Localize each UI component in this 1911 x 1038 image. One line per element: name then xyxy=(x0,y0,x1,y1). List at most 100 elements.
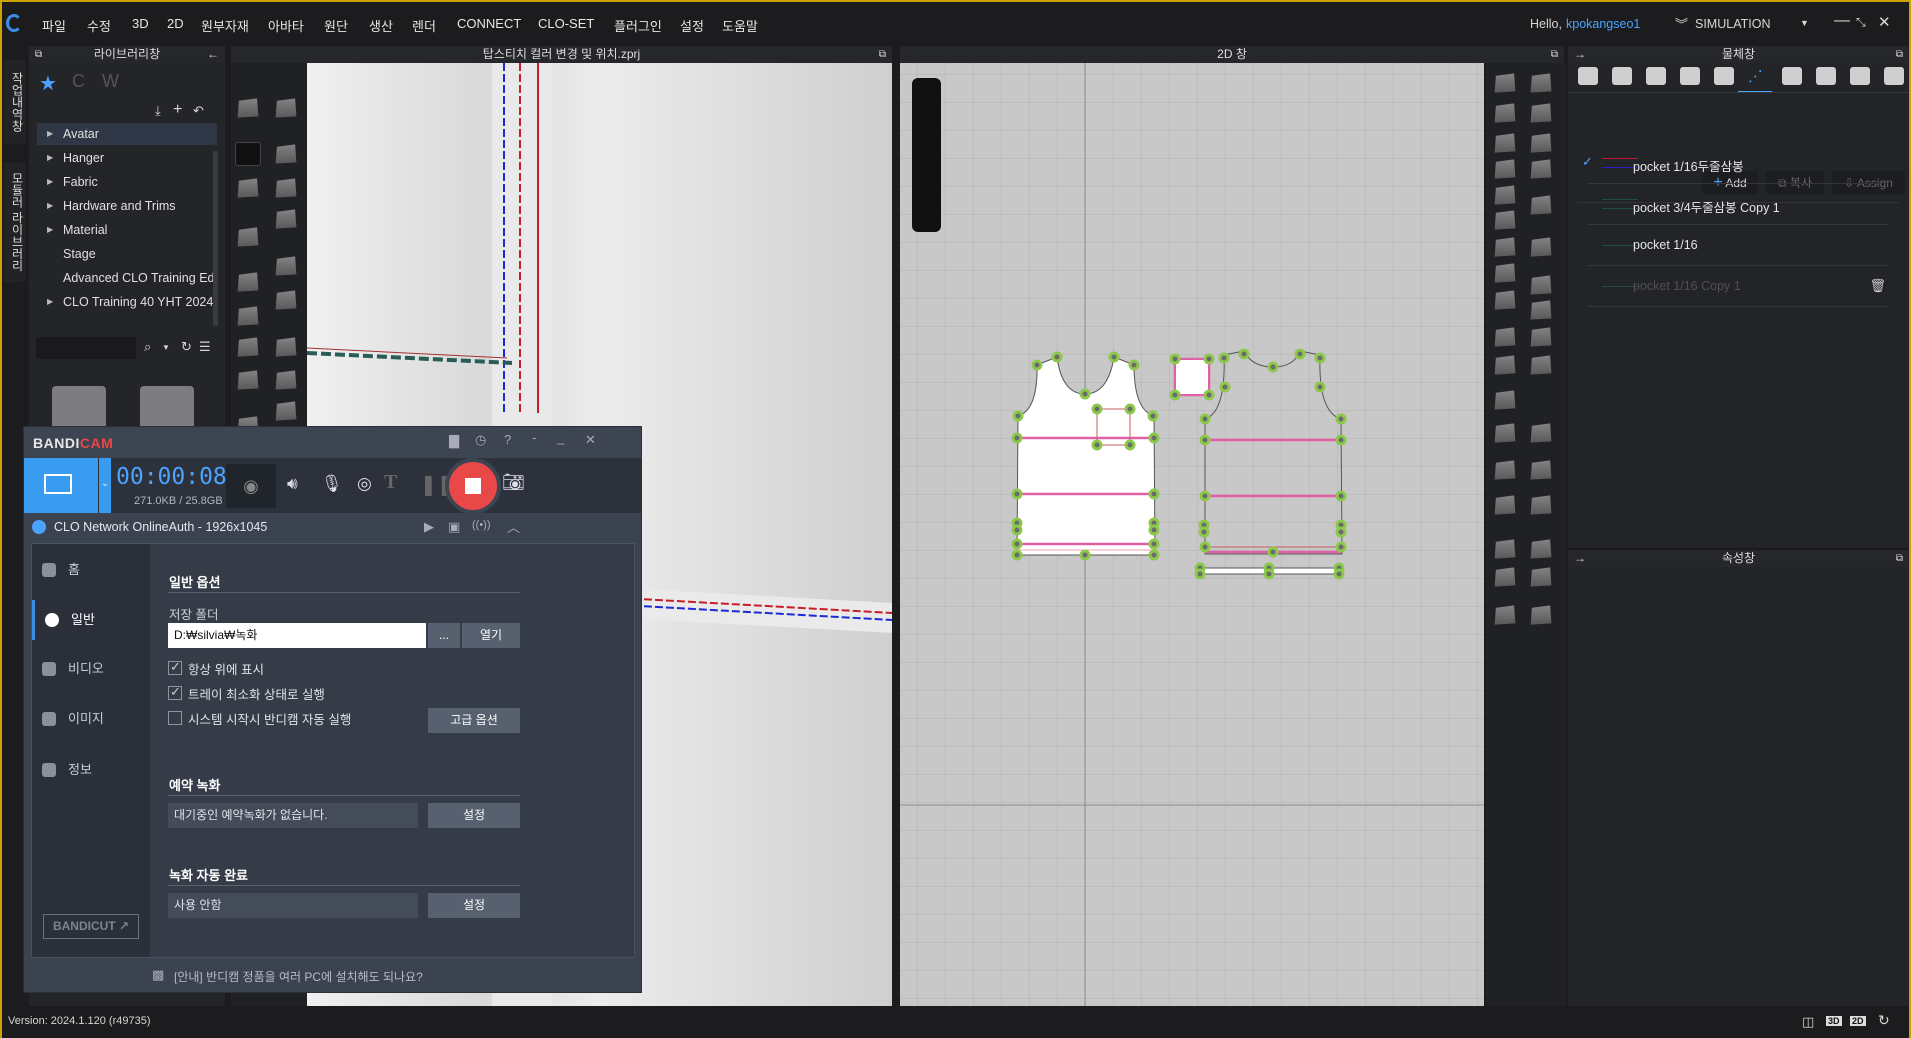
2d-tool-icon[interactable] xyxy=(1530,300,1552,320)
option-checkbox[interactable] xyxy=(168,659,182,675)
collapse-icon[interactable]: ︿ xyxy=(507,517,520,536)
help-icon[interactable]: ? xyxy=(504,432,511,447)
2d-tool-icon[interactable] xyxy=(1494,539,1516,559)
pattern-point[interactable] xyxy=(1148,432,1160,444)
3d-tool-icon[interactable] xyxy=(275,256,297,276)
button-icon[interactable] xyxy=(1680,67,1700,85)
username-link[interactable]: kpokangseo1 xyxy=(1566,17,1640,31)
folder-icon[interactable] xyxy=(52,386,106,426)
option-checkbox[interactable] xyxy=(168,711,182,725)
pattern-point[interactable] xyxy=(1011,538,1023,550)
expand-arrow-icon[interactable]: ▶ xyxy=(47,171,53,193)
2d-view-button[interactable]: 2D xyxy=(1850,1016,1866,1026)
3d-tool-icon[interactable] xyxy=(275,370,297,390)
2d-tool-icon[interactable] xyxy=(1530,460,1552,480)
float-icon[interactable]: ⧉ xyxy=(1896,550,1903,567)
restore-icon[interactable]: ⤡ xyxy=(1856,15,1866,30)
clo-library-icon[interactable]: C xyxy=(72,71,85,92)
menu-9[interactable]: CONNECT xyxy=(457,16,521,31)
microphone-icon[interactable]: 🎙︎ xyxy=(321,474,343,494)
2d-tool-icon[interactable] xyxy=(1494,159,1516,179)
bandicut-button[interactable]: BANDICUT ↗ xyxy=(43,914,139,939)
pattern-point[interactable] xyxy=(1199,541,1211,553)
3d-tool-icon[interactable] xyxy=(275,144,297,164)
pattern-point[interactable] xyxy=(1294,348,1306,360)
3d-tool-icon[interactable] xyxy=(275,290,297,310)
side-tab-history[interactable]: 작업내역창 xyxy=(4,60,26,144)
2d-tool-icon[interactable] xyxy=(1494,263,1516,283)
2d-tool-icon[interactable] xyxy=(1530,605,1552,625)
3d-tool-icon[interactable] xyxy=(237,98,259,118)
pattern-point[interactable] xyxy=(1079,388,1091,400)
pattern-point[interactable] xyxy=(1011,549,1023,561)
pattern-point[interactable] xyxy=(1267,546,1279,558)
2d-tool-icon[interactable] xyxy=(1530,567,1552,587)
library-tree-item[interactable]: ▶ Fabric xyxy=(37,171,217,193)
pattern-point[interactable] xyxy=(1194,568,1206,580)
2d-tool-icon[interactable] xyxy=(1530,355,1552,375)
bandicam-nav-0[interactable]: 홈 xyxy=(32,550,150,590)
pattern-point[interactable] xyxy=(1219,381,1231,393)
menu-5[interactable]: 아바타 xyxy=(268,16,304,35)
pattern-point[interactable] xyxy=(1011,488,1023,500)
pattern-point[interactable] xyxy=(1051,351,1063,363)
2d-tool-icon[interactable] xyxy=(1494,605,1516,625)
2d-tool-icon[interactable] xyxy=(1530,73,1552,93)
menu-7[interactable]: 생산 xyxy=(369,16,393,35)
pattern-point[interactable] xyxy=(1148,488,1160,500)
pattern-point[interactable] xyxy=(1148,524,1160,536)
library-scrollbar[interactable] xyxy=(213,151,218,326)
advanced-options-button[interactable]: 고급 옵션 xyxy=(428,708,520,733)
browse-button[interactable]: ... xyxy=(428,623,460,648)
clock-icon[interactable]: ◷ xyxy=(475,432,486,448)
menu-1[interactable]: 수정 xyxy=(87,16,111,35)
3d-tool-icon[interactable] xyxy=(275,98,297,118)
close-icon[interactable]: ✕ xyxy=(585,432,596,448)
open-folder-button[interactable]: 열기 xyxy=(462,623,520,648)
close-icon[interactable]: ✕ xyxy=(1878,13,1891,31)
2d-tool-icon[interactable] xyxy=(1494,210,1516,230)
topstitch-icon[interactable]: ⋰ xyxy=(1748,67,1768,85)
float-icon[interactable]: ⧉ xyxy=(879,46,886,63)
bandicam-nav-3[interactable]: 이미지 xyxy=(32,699,150,739)
pin-arrow-icon[interactable]: → xyxy=(1574,550,1586,567)
screen-mode-button[interactable] xyxy=(24,458,98,513)
menu-10[interactable]: CLO-SET xyxy=(538,16,594,31)
3d-tool-icon[interactable] xyxy=(237,272,259,292)
2d-tool-icon[interactable] xyxy=(1494,185,1516,205)
pattern-point[interactable] xyxy=(1203,353,1215,365)
mini-mode-icon[interactable]: - xyxy=(532,430,536,445)
split-view-icon[interactable]: ◫ xyxy=(1802,1014,1814,1030)
topstitch-list-item[interactable]: pocket 3/4두줄삼봉 Copy 1 xyxy=(1588,184,1888,225)
search-icon[interactable]: ⌕ xyxy=(144,339,151,355)
pattern-point[interactable] xyxy=(1124,439,1136,451)
pattern-point[interactable] xyxy=(1012,410,1024,422)
graphic-icon[interactable] xyxy=(1612,67,1632,85)
2d-tool-icon[interactable] xyxy=(1494,103,1516,123)
autocomplete-settings-button[interactable]: 설정 xyxy=(428,893,520,918)
pattern-point[interactable] xyxy=(1203,389,1215,401)
2d-pattern-view[interactable] xyxy=(900,63,1484,1006)
2d-tool-icon[interactable] xyxy=(1494,133,1516,153)
pattern-point[interactable] xyxy=(1314,381,1326,393)
2d-tool-icon[interactable] xyxy=(1530,275,1552,295)
2d-tool-icon[interactable] xyxy=(1494,237,1516,257)
pattern-point[interactable] xyxy=(1031,359,1043,371)
2d-tool-icon[interactable] xyxy=(1494,423,1516,443)
library-tree-item[interactable]: ▶ Hanger xyxy=(37,147,217,169)
pattern-point[interactable] xyxy=(1147,410,1159,422)
menu-4[interactable]: 원부자재 xyxy=(201,16,249,35)
2d-tool-icon[interactable] xyxy=(1530,103,1552,123)
library-search-input[interactable] xyxy=(36,337,136,359)
expand-arrow-icon[interactable]: ▶ xyxy=(47,195,53,217)
2d-tool-icon[interactable] xyxy=(1530,327,1552,347)
search-dropdown-icon[interactable]: ▼ xyxy=(162,343,170,352)
2d-tool-icon[interactable] xyxy=(1530,159,1552,179)
library-tree-item[interactable]: ▶ CLO Training 40 YHT 2024 xyxy=(37,291,217,313)
mode-dropdown-icon[interactable]: ▼ xyxy=(1800,18,1809,28)
pattern-point[interactable] xyxy=(1148,538,1160,550)
connect-library-icon[interactable]: W xyxy=(102,71,119,92)
pattern-point[interactable] xyxy=(1335,413,1347,425)
pattern-point[interactable] xyxy=(1198,526,1210,538)
pattern-point[interactable] xyxy=(1263,568,1275,580)
